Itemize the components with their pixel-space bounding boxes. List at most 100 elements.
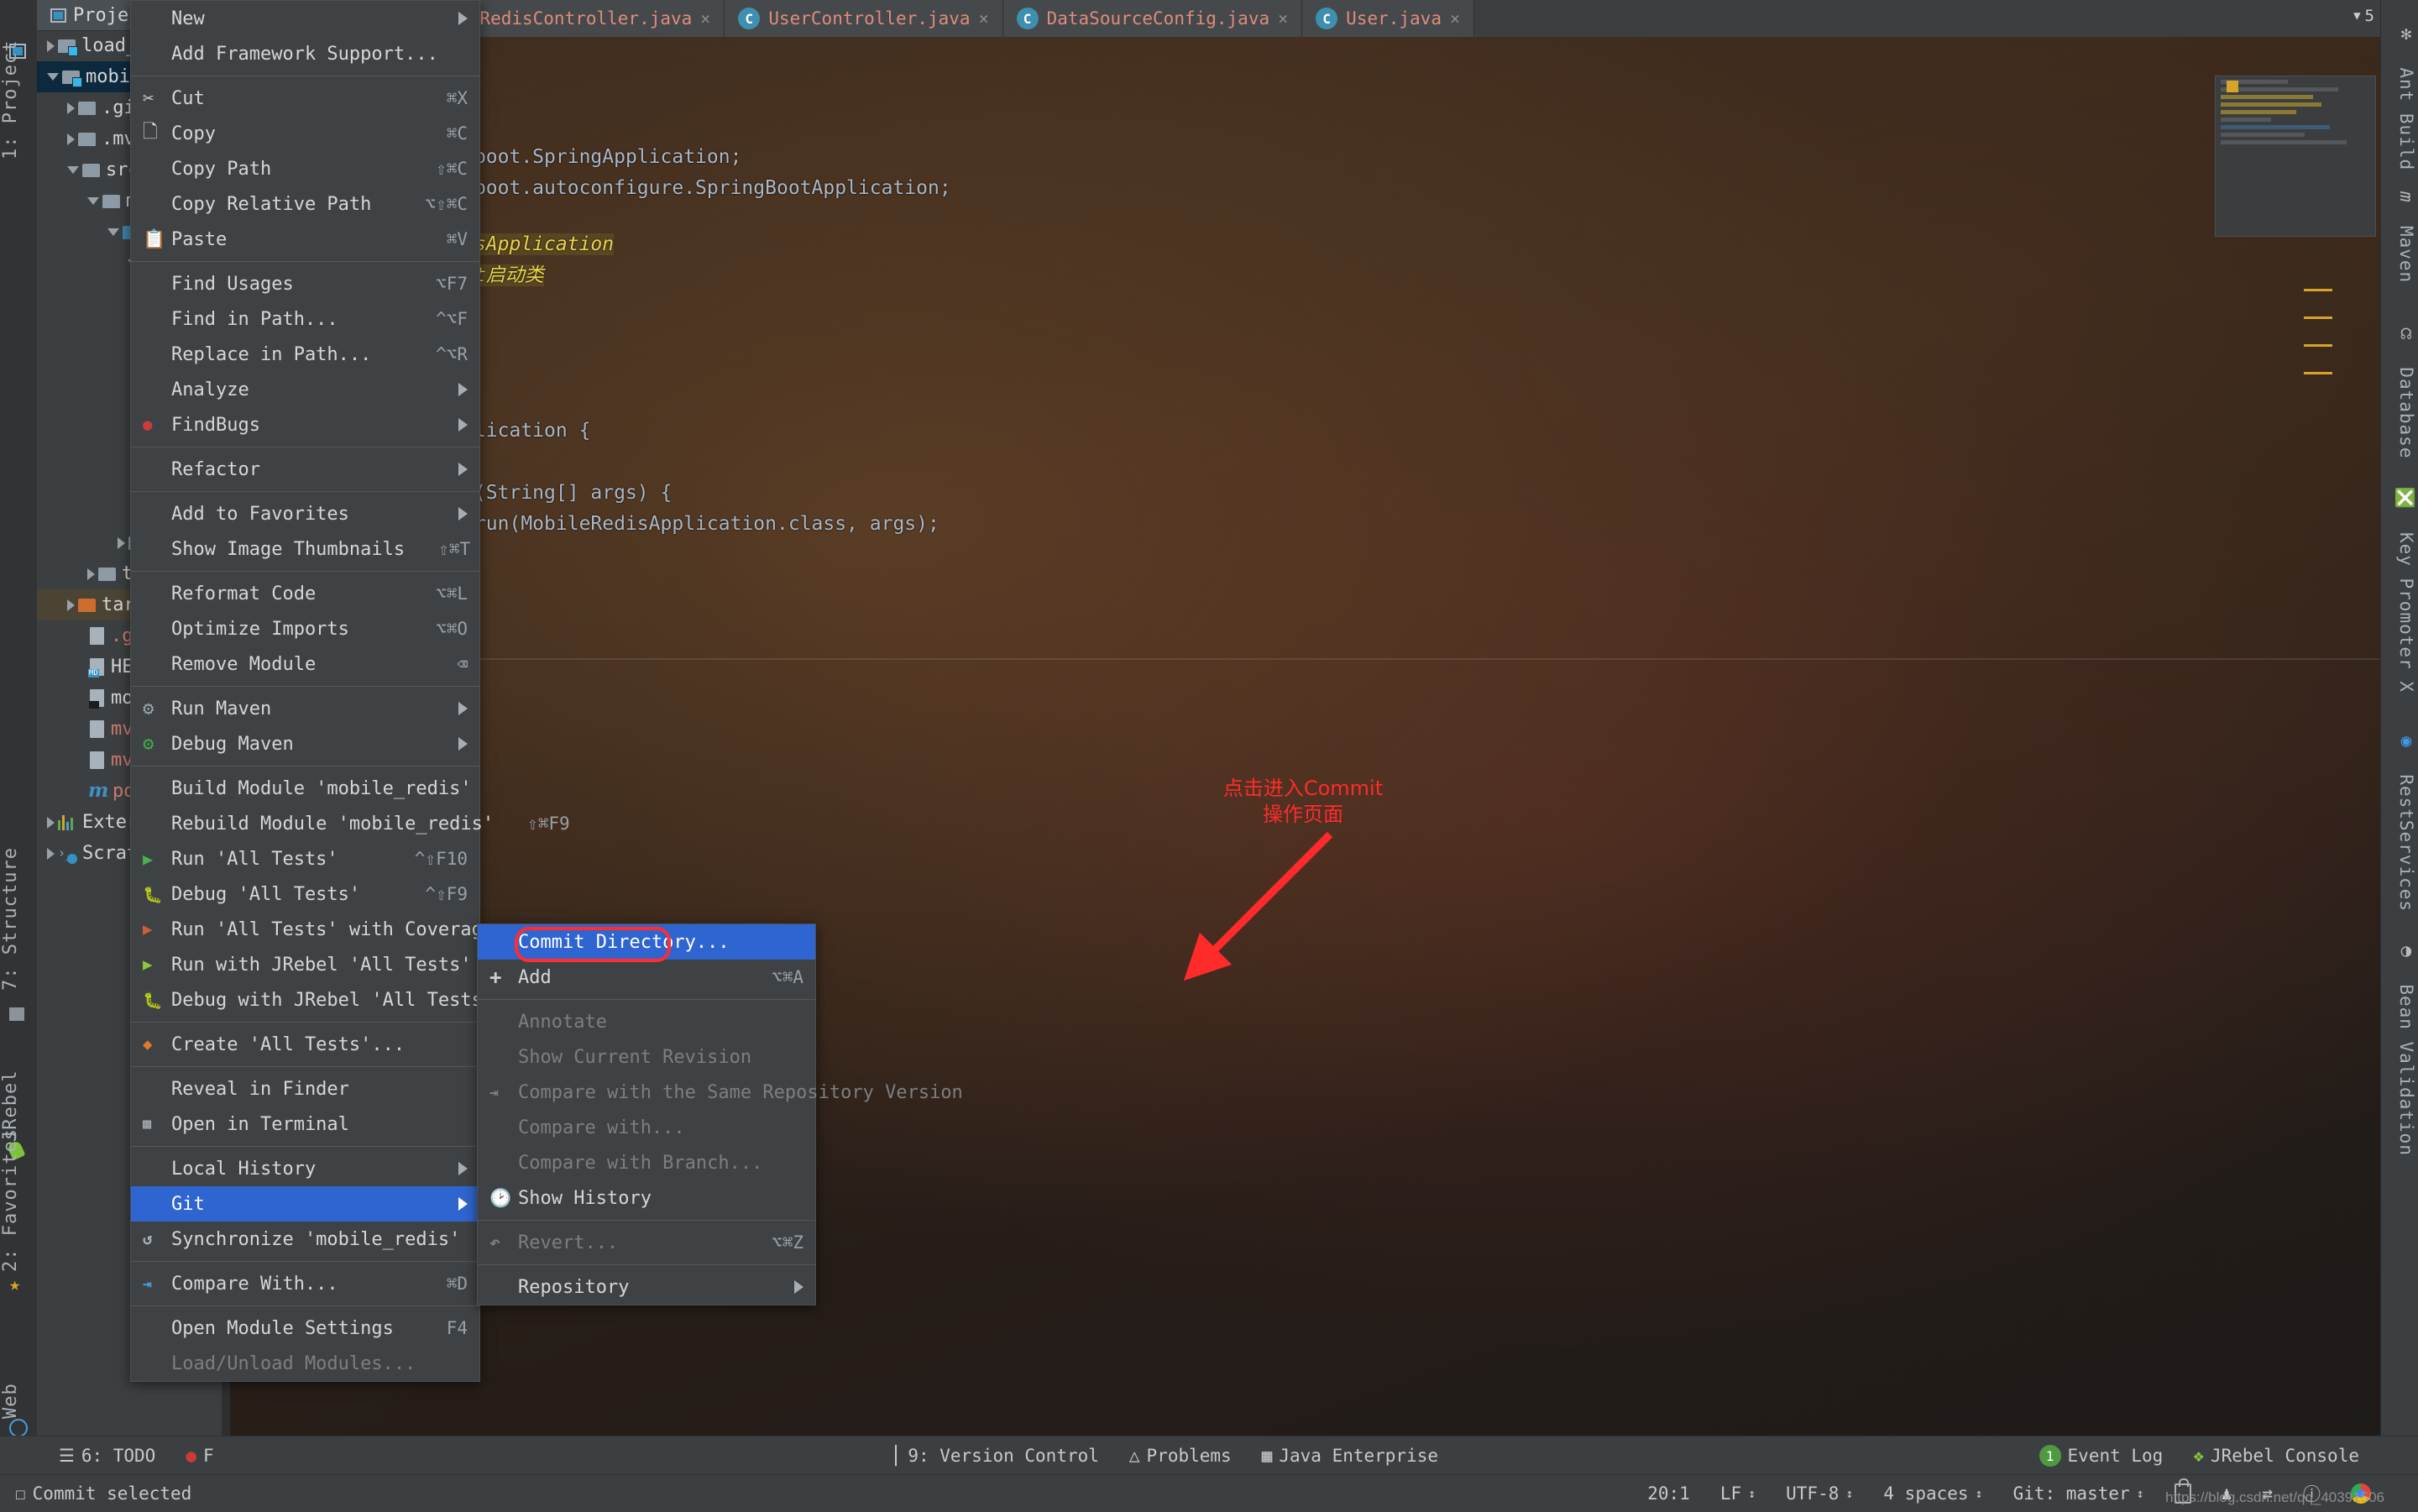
expand-arrow-icon[interactable]: [47, 847, 55, 860]
menu-item-copy-relative-path[interactable]: Copy Relative Path ⌥⇧⌘C: [131, 186, 479, 222]
menu-item-run-all-tests[interactable]: ▶ Run 'All Tests' ^⇧F10: [131, 841, 479, 876]
close-icon[interactable]: ×: [700, 8, 710, 29]
menu-separator: [478, 999, 815, 1000]
expand-arrow-icon[interactable]: [47, 39, 55, 52]
caret-position[interactable]: 20:1: [1632, 1483, 1705, 1504]
menu-item-compare-with[interactable]: ⇥ Compare With... ⌘D: [131, 1266, 479, 1301]
tab-user-controller[interactable]: C UserController.java ×: [725, 0, 1003, 37]
menu-item-debug-maven[interactable]: ⚙ Debug Maven: [131, 726, 479, 761]
menu-item-refactor[interactable]: Refactor: [131, 452, 479, 487]
context-menu[interactable]: New Add Framework Support... ✂ Cut ⌘X 🗋 …: [130, 0, 570, 1382]
indent-selector[interactable]: 4 spaces ↕: [1868, 1483, 1997, 1504]
menu-item-revert[interactable]: ↶ Revert... ⌥⌘Z: [478, 1225, 815, 1260]
sidebar-item-key-promoter[interactable]: ❎ Key Promoter X: [2383, 487, 2416, 693]
sidebar-item-project[interactable]: 1: Project: [0, 8, 37, 160]
sidebar-item-ant-build[interactable]: ✻ Ant Build: [2383, 24, 2416, 170]
sidebar-item-database[interactable]: ☊ Database: [2383, 323, 2416, 466]
menu-item-compare-with-branch[interactable]: Compare with Branch...: [478, 1145, 815, 1180]
tool-button-version-control[interactable]: ⎮ 9: Version Control: [876, 1446, 1114, 1466]
menu-item-compare-same-repo-version[interactable]: ⇥ Compare with the Same Repository Versi…: [478, 1075, 963, 1110]
sidebar-item-favorites[interactable]: 2: Favorites: [0, 1128, 37, 1272]
menu-item-git[interactable]: Git: [131, 1186, 479, 1222]
sidebar-item-rest-services[interactable]: ◉ RestServices: [2383, 730, 2416, 912]
menu-item-find-in-path[interactable]: Find in Path... ^⌥F: [131, 301, 479, 337]
menu-item-build-module[interactable]: Build Module 'mobile_redis': [131, 771, 479, 806]
expand-arrow-icon[interactable]: [67, 133, 75, 145]
plus-icon: +: [489, 965, 502, 989]
tool-button-jrebel-console-label: JRebel Console: [2210, 1446, 2359, 1466]
menu-item-load-unload-modules[interactable]: Load/Unload Modules...: [131, 1346, 479, 1381]
tab-data-source-config[interactable]: C DataSourceConfig.java ×: [1002, 0, 1303, 37]
folder-icon: [102, 194, 120, 208]
menu-item-findbugs[interactable]: ● FindBugs: [131, 407, 479, 442]
expand-arrow-icon[interactable]: [67, 599, 75, 611]
menu-item-rebuild-module[interactable]: Rebuild Module 'mobile_redis' ⇧⌘F9: [131, 806, 570, 841]
menu-item-reveal-in-finder[interactable]: Reveal in Finder: [131, 1071, 479, 1107]
menu-item-run-with-coverage[interactable]: ▶ Run 'All Tests' with Coverage: [131, 912, 494, 947]
menu-item-git-add[interactable]: + Add ⌥⌘A: [478, 960, 815, 995]
menu-item-debug-all-tests[interactable]: 🐛 Debug 'All Tests' ^⇧F9: [131, 876, 479, 912]
close-icon[interactable]: ×: [1450, 8, 1460, 29]
expand-arrow-icon[interactable]: [47, 816, 55, 829]
menu-item-new[interactable]: New: [131, 1, 479, 36]
menu-item-optimize-imports[interactable]: Optimize Imports ⌥⌘O: [131, 611, 479, 646]
tab-overflow-count[interactable]: ▼ 5: [2353, 7, 2374, 25]
menu-item-create-all-tests[interactable]: ◆ Create 'All Tests'...: [131, 1027, 479, 1062]
menu-item-replace-in-path[interactable]: Replace in Path... ^⌥R: [131, 337, 479, 372]
expand-arrow-icon[interactable]: [118, 536, 125, 549]
tab-user[interactable]: C User.java ×: [1302, 0, 1475, 37]
collapse-arrow-icon[interactable]: [107, 228, 119, 236]
tool-button-problems[interactable]: △ Problems: [1114, 1446, 1247, 1466]
menu-item-commit-directory[interactable]: Commit Directory...: [478, 924, 815, 960]
menu-item-cut[interactable]: ✂ Cut ⌘X: [131, 81, 479, 116]
collapse-arrow-icon[interactable]: [47, 73, 59, 81]
expand-arrow-icon[interactable]: [87, 568, 95, 580]
menu-item-annotate[interactable]: Annotate: [478, 1004, 815, 1039]
sidebar-item-ant-build-label: Ant Build: [2396, 67, 2416, 171]
menu-item-run-with-jrebel[interactable]: ▶ Run with JRebel 'All Tests': [131, 947, 479, 982]
minimap[interactable]: [2215, 76, 2376, 237]
tool-button-java-enterprise[interactable]: ▦ Java Enterprise: [1247, 1446, 1453, 1466]
collapse-arrow-icon[interactable]: [87, 197, 99, 205]
menu-item-remove-module[interactable]: Remove Module ⌫: [131, 646, 479, 682]
menu-item-find-usages[interactable]: Find Usages ⌥F7: [131, 266, 479, 301]
menu-item-copy-path[interactable]: Copy Path ⇧⌘C: [131, 151, 479, 186]
menu-item-open-in-terminal[interactable]: ▩ Open in Terminal: [131, 1107, 479, 1142]
tool-button-todo[interactable]: ☰ 6: TODO: [0, 1446, 170, 1466]
close-icon[interactable]: ×: [979, 8, 989, 29]
menu-item-copy[interactable]: 🗋 Copy ⌘C: [131, 116, 479, 151]
create-config-icon: ◆: [143, 1035, 153, 1054]
menu-item-show-history[interactable]: 🕑 Show History: [478, 1180, 815, 1216]
menu-item-local-history[interactable]: Local History: [131, 1151, 479, 1186]
editor-tab-label: DataSourceConfig.java: [1046, 8, 1270, 29]
menu-item-analyze[interactable]: Analyze: [131, 372, 479, 407]
close-icon[interactable]: ×: [1278, 8, 1288, 29]
menu-item-show-image-thumbnails[interactable]: Show Image Thumbnails ⇧⌘T: [131, 531, 479, 567]
menu-item-open-module-settings[interactable]: Open Module Settings F4: [131, 1311, 479, 1346]
expand-arrow-icon[interactable]: [67, 102, 75, 114]
git-branch-selector[interactable]: Git: master ↕: [1998, 1483, 2159, 1504]
iml-file-icon: [89, 689, 104, 709]
menu-item-debug-with-jrebel[interactable]: 🐛 Debug with JRebel 'All Tests': [131, 982, 494, 1018]
menu-item-repository[interactable]: Repository: [478, 1269, 815, 1305]
menu-item-show-current-revision[interactable]: Show Current Revision: [478, 1039, 815, 1075]
sidebar-item-structure[interactable]: 7: Structure: [0, 806, 37, 991]
tool-button-jrebel-console[interactable]: ❖ JRebel Console: [2178, 1446, 2418, 1466]
menu-item-run-maven[interactable]: ⚙ Run Maven: [131, 691, 479, 726]
encoding-selector[interactable]: UTF-8 ↕: [1771, 1483, 1868, 1504]
collapse-arrow-icon[interactable]: [67, 166, 79, 174]
menu-item-synchronize[interactable]: ↺ Synchronize 'mobile_redis': [131, 1222, 479, 1257]
sidebar-item-maven[interactable]: m Maven: [2383, 191, 2416, 301]
menu-item-reformat-code[interactable]: Reformat Code ⌥⌘L: [131, 576, 479, 611]
tool-button-findbugs[interactable]: ● F: [170, 1446, 228, 1466]
sidebar-item-bean-validation[interactable]: ◑ Bean Validation: [2383, 940, 2416, 1156]
menu-item-add-framework-support[interactable]: Add Framework Support...: [131, 36, 479, 71]
menu-item-add-to-favorites[interactable]: Add to Favorites: [131, 496, 479, 531]
menu-item-git-compare-with[interactable]: Compare with...: [478, 1110, 815, 1145]
line-separator-selector[interactable]: LF ↕: [1705, 1483, 1771, 1504]
sidebar-item-web[interactable]: Web: [0, 1356, 37, 1419]
git-submenu[interactable]: Commit Directory... + Add ⌥⌘A Annotate S…: [477, 923, 963, 1305]
menu-item-paste[interactable]: 📋 Paste ⌘V: [131, 222, 479, 257]
editor-tab-label: RedisController.java: [479, 8, 693, 29]
tool-button-event-log[interactable]: 1 Event Log: [2024, 1445, 2179, 1467]
